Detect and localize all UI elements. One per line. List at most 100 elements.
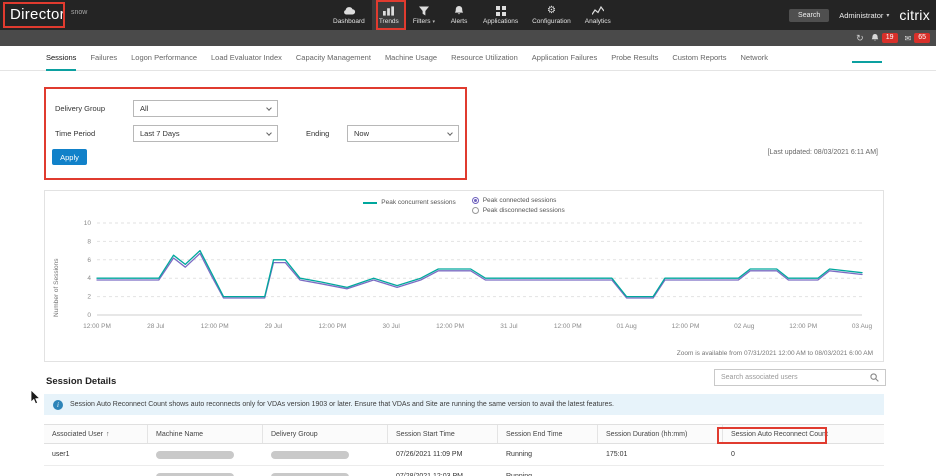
associated-users-search-input[interactable]: Search associated users [714,369,886,386]
svg-text:0: 0 [87,312,91,319]
tab-load-evaluator-index[interactable]: Load Evaluator Index [211,46,282,71]
radio-unselected-icon[interactable] [472,207,479,214]
cell-associated-user [44,466,148,476]
ending-value: Now [354,129,369,138]
last-updated-text: [Last updated: 08/03/2021 6:11 AM] [768,149,878,156]
search-placeholder: Search associated users [721,374,798,381]
tab-probe-results[interactable]: Probe Results [611,46,658,71]
nav-label: Applications [483,18,518,25]
time-period-value: Last 7 Days [140,129,180,138]
svg-text:4: 4 [87,275,91,282]
tab-sessions[interactable]: Sessions [46,46,76,71]
delivery-group-value: All [140,104,148,113]
analytics-icon [592,5,604,16]
nav-label: Configuration [532,18,571,25]
svg-text:31 Jul: 31 Jul [500,323,518,330]
info-banner: i Session Auto Reconnect Count shows aut… [44,394,884,415]
session-details-table: Associated User↑Machine Name Delivery Gro… [44,424,884,476]
session-details-title: Session Details [46,376,116,387]
column-header-label: Session Duration (hh:mm) [606,431,687,438]
nav-configuration[interactable]: ⚙ Configuration [525,0,578,30]
cell-session-end-time: Running [498,444,598,465]
director-logo: Director [10,6,65,23]
legend-item-peak-connected-sessions[interactable]: Peak connected sessions [472,197,565,204]
table-header-row: Associated User↑Machine Name Delivery Gro… [44,424,884,444]
nav-label: Analytics [585,18,611,25]
apply-button[interactable]: Apply [52,149,87,165]
svg-text:12:00 PM: 12:00 PM [318,323,346,330]
top-navigation: Dashboard TrendsFilters▾Alerts Application… [326,0,618,30]
column-header-session-duration[interactable]: Session Duration (hh:mm) [598,425,723,443]
svg-text:12:00 PM: 12:00 PM [83,323,111,330]
redacted-value-bar [271,451,349,459]
alerts-icon [454,5,464,16]
cell-session-duration: 175:01 [598,444,723,465]
column-header-delivery-group[interactable]: Delivery Group [263,425,388,443]
column-header-associated-user[interactable]: Associated User↑ [44,425,148,443]
chevron-down-icon [266,105,272,111]
chart-legend: Peak concurrent sessions Peak connected s… [45,197,883,214]
table-row[interactable]: user107/26/2021 11:09 PMRunning175:010 [44,444,884,466]
tab-network[interactable]: Network [741,46,769,71]
ending-select[interactable]: Now [347,125,459,142]
legend-label: Peak disconnected sessions [483,207,565,214]
sessions-line-chart[interactable]: 024681012:00 PM28 Jul12:00 PM29 Jul12:00… [67,215,879,349]
citrix-director-screen: Director snow DashboardTrendsFilters▾Ale… [0,0,936,476]
column-header-session-end-time[interactable]: Session End Time [498,425,598,443]
legend-label: Peak concurrent sessions [381,199,455,206]
legend-item-peak-disconnected-sessions[interactable]: Peak disconnected sessions [472,207,565,214]
svg-text:12:00 PM: 12:00 PM [789,323,817,330]
radio-selected-icon[interactable] [472,197,479,204]
table-row[interactable]: 07/28/2021 12:03 PMRunning [44,466,884,476]
tabbar-scroll-indicator [852,61,882,63]
cell-associated-user: user1 [44,444,148,465]
cell-session-start-time: 07/28/2021 12:03 PM [388,466,498,476]
column-header-session-start-time[interactable]: Session Start Time [388,425,498,443]
svg-text:6: 6 [87,257,91,264]
cell-session-auto-reconnect-count [723,466,884,476]
nav-label: Dashboard [333,18,365,25]
nav-filters[interactable]: Filters▾ [406,0,442,30]
delivery-group-select[interactable]: All [133,100,278,117]
sessions-chart-panel: Peak concurrent sessions Peak connected s… [44,190,884,362]
refresh-icon[interactable]: ↻ [856,34,864,43]
nav-analytics[interactable]: Analytics [578,0,618,30]
tab-failures[interactable]: Failures [90,46,117,71]
svg-text:12:00 PM: 12:00 PM [554,323,582,330]
column-header-label: Session End Time [506,431,562,438]
column-header-machine-name[interactable]: Machine Name [148,425,263,443]
cell-session-auto-reconnect-count: 0 [723,444,884,465]
time-period-select[interactable]: Last 7 Days [133,125,278,142]
envelope-icon: ✉ [905,34,912,43]
chevron-down-icon: ▾ [433,19,436,25]
nav-applications[interactable]: Applications [476,0,525,30]
nav-trends[interactable]: Trends [372,0,406,30]
column-header-session-auto-reconnect-count[interactable]: Session Auto Reconnect Count [723,425,884,443]
messages-badge-group[interactable]: ✉ 65 [905,33,931,43]
chevron-down-icon [266,130,272,136]
tab-application-failures[interactable]: Application Failures [532,46,597,71]
configuration-icon: ⚙ [547,5,556,16]
column-header-label: Session Auto Reconnect Count [731,431,828,438]
column-header-label: Associated User [52,431,103,438]
search-button[interactable]: Search [789,9,829,22]
info-banner-text: Session Auto Reconnect Count shows auto … [70,401,614,408]
tab-capacity-management[interactable]: Capacity Management [296,46,371,71]
applications-icon [496,5,506,16]
tab-machine-usage[interactable]: Machine Usage [385,46,437,71]
user-menu[interactable]: Administrator ▾ [839,11,889,20]
tab-resource-utilization[interactable]: Resource Utilization [451,46,518,71]
svg-text:2: 2 [87,294,91,301]
alerts-badge-group[interactable]: 19 [871,33,898,43]
svg-text:10: 10 [84,220,92,227]
cell-session-duration [598,466,723,476]
tab-custom-reports[interactable]: Custom Reports [672,46,726,71]
svg-text:12:00 PM: 12:00 PM [201,323,229,330]
chevron-down-icon [447,130,453,136]
tab-logon-performance[interactable]: Logon Performance [131,46,197,71]
zoom-availability-note: Zoom is available from 07/31/2021 12:00 … [677,350,873,357]
nav-dashboard[interactable]: Dashboard [326,0,372,30]
nav-alerts[interactable]: Alerts [442,0,476,30]
user-menu-label: Administrator [839,11,883,20]
column-header-label: Delivery Group [271,431,318,438]
